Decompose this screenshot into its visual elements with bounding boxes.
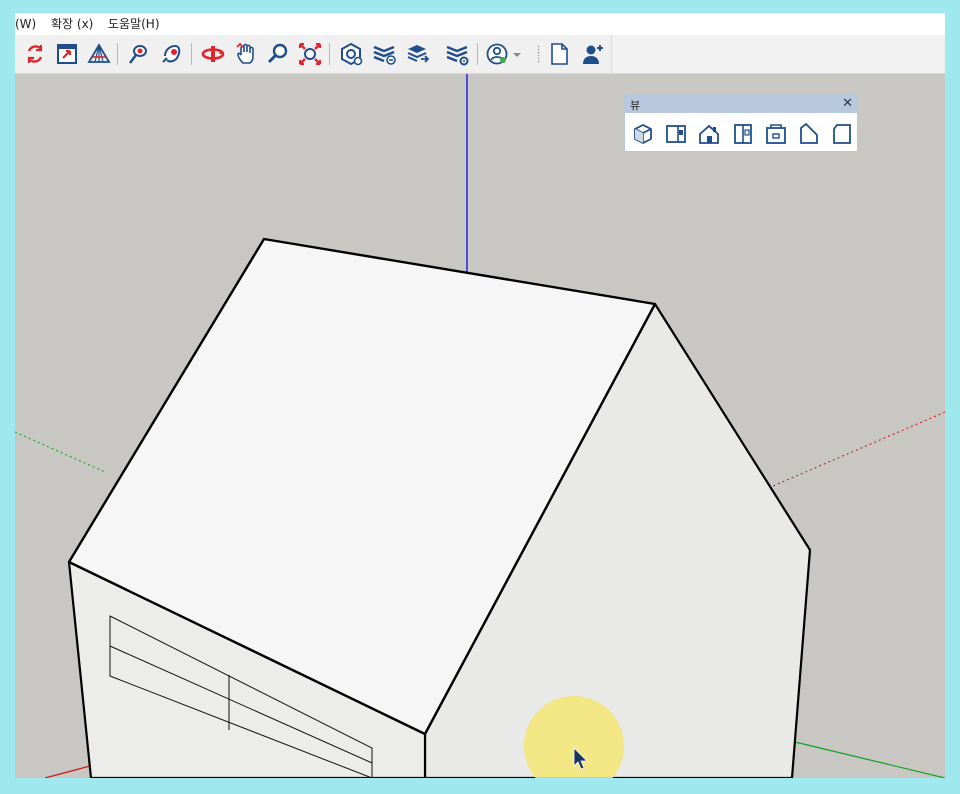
3d-warehouse-icon[interactable]: [339, 42, 363, 66]
toolbar: [15, 35, 945, 74]
axis-green-dotted: [15, 431, 106, 473]
iso-view-icon[interactable]: [631, 122, 655, 146]
menu-help[interactable]: 도움말(H): [108, 17, 160, 31]
back-view-icon[interactable]: [764, 122, 788, 146]
account-dropdown-icon[interactable]: [511, 42, 523, 66]
zoom-icon[interactable]: [266, 42, 290, 66]
views-toolbar-panel: 뷰 ✕: [624, 94, 858, 152]
pan-icon[interactable]: [234, 42, 258, 66]
look-around-icon[interactable]: [160, 42, 184, 66]
sketchup-window: (W) 확장 (x) 도움말(H) 뷰 ✕: [15, 13, 945, 778]
layers-settings-icon[interactable]: [445, 42, 469, 66]
menu-extensions[interactable]: 확장 (x): [51, 17, 93, 31]
drawing-viewport[interactable]: 뷰 ✕: [15, 74, 945, 778]
front-view-icon[interactable]: [697, 122, 721, 146]
layers-share-icon[interactable]: [372, 42, 396, 66]
position-camera-icon[interactable]: [127, 42, 151, 66]
model-scene[interactable]: [15, 74, 945, 778]
axis-green: [794, 741, 945, 778]
orbit-icon[interactable]: [201, 42, 225, 66]
toolbar-separator: [191, 43, 192, 65]
toolbar-separator: [117, 43, 118, 65]
right-view-icon[interactable]: [731, 122, 755, 146]
account-icon[interactable]: [485, 42, 509, 66]
bottom-view-icon[interactable]: [830, 122, 854, 146]
new-document-icon[interactable]: [547, 42, 571, 66]
toolbar-separator: [477, 43, 478, 65]
zoom-extents-icon[interactable]: [298, 42, 322, 66]
menu-bar: (W) 확장 (x) 도움말(H): [15, 13, 945, 35]
toolbar-grip[interactable]: [537, 45, 540, 63]
orbit-refresh-icon[interactable]: [23, 42, 47, 66]
section-plane-icon[interactable]: [55, 42, 79, 66]
top-view-icon[interactable]: [664, 122, 688, 146]
menu-window[interactable]: (W): [15, 17, 36, 31]
axis-red-dotted: [772, 411, 945, 487]
add-user-icon[interactable]: [581, 42, 605, 66]
layers-export-icon[interactable]: [406, 42, 430, 66]
views-panel-titlebar[interactable]: 뷰 ✕: [625, 95, 857, 113]
left-view-icon[interactable]: [797, 122, 821, 146]
perspective-icon[interactable]: [87, 42, 111, 66]
close-icon[interactable]: ✕: [842, 95, 853, 113]
toolbar-separator: [329, 43, 330, 65]
views-panel-title: 뷰: [630, 99, 641, 112]
